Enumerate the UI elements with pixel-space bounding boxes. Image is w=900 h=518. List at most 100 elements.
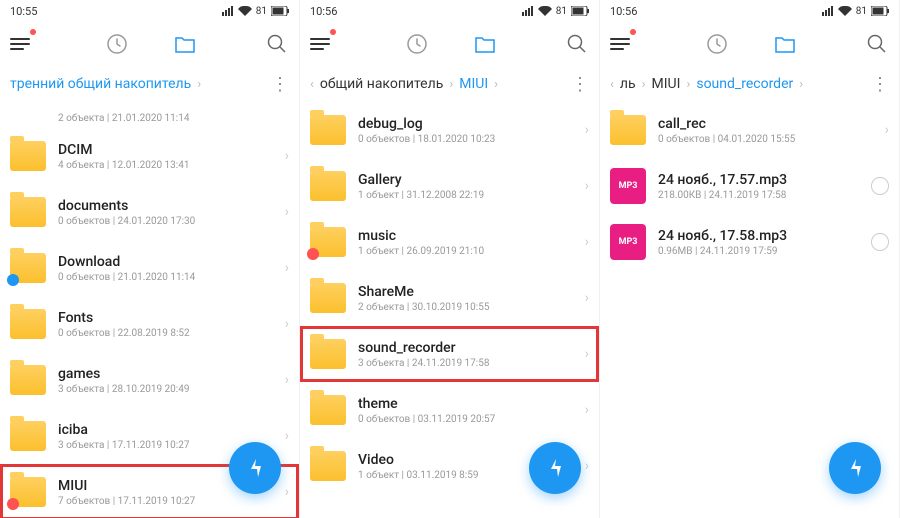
partial-row-meta: 2 объекта | 21.01.2020 11:14 bbox=[0, 102, 299, 128]
toolbar bbox=[300, 22, 599, 66]
chevron-right-icon: › bbox=[885, 122, 889, 138]
fab-button[interactable] bbox=[829, 442, 881, 494]
chevron-right-icon: › bbox=[686, 77, 690, 92]
chevron-left-icon: ‹ bbox=[610, 77, 614, 92]
statusbar-right: 81 bbox=[222, 6, 289, 17]
folder-meta: 0 объектов | 04.01.2020 15:55 bbox=[658, 134, 873, 145]
search-button[interactable] bbox=[265, 32, 289, 56]
crumb-parent[interactable]: ль bbox=[620, 76, 636, 92]
notification-dot bbox=[630, 29, 636, 35]
clean-icon bbox=[243, 456, 267, 480]
statusbar-right: 81 bbox=[822, 6, 889, 17]
folder-icon bbox=[310, 171, 346, 201]
folder-row[interactable]: debug_log0 объектов | 18.01.2020 10:23 › bbox=[300, 102, 599, 158]
breadcrumb[interactable]: ‹ общий накопитель › MIUI › ⋮ bbox=[300, 66, 599, 102]
menu-button[interactable] bbox=[310, 31, 336, 57]
tab-folder-icon[interactable] bbox=[773, 32, 797, 56]
folder-row[interactable]: Fonts 0 объектов | 22.08.2019 8:52 › bbox=[0, 296, 299, 352]
chevron-right-icon: › bbox=[585, 290, 589, 306]
folder-icon bbox=[310, 227, 346, 257]
folder-icon bbox=[10, 365, 46, 395]
folder-row[interactable]: call_rec 0 объектов | 04.01.2020 15:55 › bbox=[600, 102, 899, 158]
fab-button[interactable] bbox=[229, 442, 281, 494]
file-row[interactable]: MP3 24 нояб., 17.58.mp30.96МВ | 24.11.20… bbox=[600, 214, 899, 270]
tab-folder-icon[interactable] bbox=[173, 32, 197, 56]
toolbar-tabs bbox=[705, 32, 797, 56]
folder-name: Gallery bbox=[358, 172, 573, 188]
breadcrumb-path: тренний общий накопитель › bbox=[10, 76, 259, 92]
folder-name: theme bbox=[358, 396, 573, 412]
toolbar-tabs bbox=[405, 32, 497, 56]
file-meta: 218.00КВ | 24.11.2019 17:58 bbox=[658, 190, 859, 201]
crumb-current[interactable]: sound_recorder bbox=[696, 76, 793, 92]
crumb-parent[interactable]: MIUI bbox=[652, 76, 681, 92]
folder-icon bbox=[310, 395, 346, 425]
mp3-icon: MP3 bbox=[610, 168, 646, 204]
folder-row[interactable]: Download 0 объектов | 21.01.2020 11:14 › bbox=[0, 240, 299, 296]
folder-row-highlighted[interactable]: sound_recorder 3 объекта | 24.11.2019 17:… bbox=[300, 326, 599, 382]
folder-name: sound_recorder bbox=[358, 340, 573, 356]
crumb-current[interactable]: MIUI bbox=[459, 76, 488, 92]
menu-button[interactable] bbox=[610, 31, 636, 57]
chevron-right-icon: › bbox=[285, 316, 289, 332]
breadcrumb[interactable]: тренний общий накопитель › ⋮ bbox=[0, 66, 299, 102]
toolbar bbox=[0, 22, 299, 66]
file-name: 24 нояб., 17.57.mp3 bbox=[658, 172, 859, 188]
battery-icon bbox=[871, 6, 889, 16]
tab-folder-icon[interactable] bbox=[473, 32, 497, 56]
tab-recent-icon[interactable] bbox=[405, 32, 429, 56]
folder-name: call_rec bbox=[658, 116, 873, 132]
folder-row[interactable]: ShareMe 2 объекта | 30.10.2019 10:55 › bbox=[300, 270, 599, 326]
folder-row[interactable]: DCIM4 объекта | 12.01.2020 13:41 › bbox=[0, 128, 299, 184]
folder-name: iciba bbox=[58, 422, 273, 438]
folder-name: Fonts bbox=[58, 310, 273, 326]
breadcrumb[interactable]: ‹ ль › MIUI › sound_recorder › ⋮ bbox=[600, 66, 899, 102]
statusbar: 10:56 81 bbox=[300, 0, 599, 22]
chevron-right-icon: › bbox=[585, 402, 589, 418]
crumb-current[interactable]: тренний общий накопитель bbox=[10, 76, 191, 92]
select-radio[interactable] bbox=[871, 177, 889, 195]
chevron-right-icon: › bbox=[449, 77, 453, 92]
folder-row[interactable]: games3 объекта | 28.10.2019 20:49 › bbox=[0, 352, 299, 408]
more-icon[interactable]: ⋮ bbox=[871, 74, 889, 95]
folder-meta: 1 объект | 26.09.2019 21:10 bbox=[358, 246, 573, 257]
search-button[interactable] bbox=[865, 32, 889, 56]
folder-meta: 0 объектов | 21.01.2020 11:14 bbox=[58, 272, 273, 283]
folder-row[interactable]: Gallery1 объект | 31.12.2008 22:19 › bbox=[300, 158, 599, 214]
search-button[interactable] bbox=[565, 32, 589, 56]
folder-row[interactable]: documents0 объектов | 24.01.2020 17:30 › bbox=[0, 184, 299, 240]
more-icon[interactable]: ⋮ bbox=[571, 74, 589, 95]
menu-button[interactable] bbox=[10, 31, 36, 57]
clean-icon bbox=[543, 456, 567, 480]
chevron-right-icon: › bbox=[585, 458, 589, 474]
clock: 10:56 bbox=[610, 5, 637, 18]
clock: 10:55 bbox=[10, 5, 37, 18]
folder-name: ShareMe bbox=[358, 284, 573, 300]
fab-button[interactable] bbox=[529, 442, 581, 494]
folder-meta: 0 объектов | 22.08.2019 8:52 bbox=[58, 328, 273, 339]
breadcrumb-path: ‹ ль › MIUI › sound_recorder › bbox=[610, 76, 859, 92]
chevron-right-icon: › bbox=[285, 260, 289, 276]
select-radio[interactable] bbox=[871, 233, 889, 251]
file-row[interactable]: MP3 24 нояб., 17.57.mp3 218.00КВ | 24.11.… bbox=[600, 158, 899, 214]
folder-meta: 7 объектов | 17.11.2019 10:27 bbox=[58, 496, 273, 507]
folder-name: Download bbox=[58, 254, 273, 270]
chevron-right-icon: › bbox=[799, 77, 803, 92]
tab-recent-icon[interactable] bbox=[705, 32, 729, 56]
crumb-parent[interactable]: общий накопитель bbox=[320, 76, 443, 92]
folder-icon bbox=[310, 339, 346, 369]
signal-icon bbox=[222, 6, 234, 16]
folder-row[interactable]: theme0 объектов | 03.11.2019 20:57 › bbox=[300, 382, 599, 438]
folder-row[interactable]: music1 объект | 26.09.2019 21:10 › bbox=[300, 214, 599, 270]
folder-meta: 3 объекта | 24.11.2019 17:58 bbox=[358, 358, 573, 369]
folder-icon bbox=[610, 115, 646, 145]
chevron-right-icon: › bbox=[285, 148, 289, 164]
more-icon[interactable]: ⋮ bbox=[271, 74, 289, 95]
folder-badge bbox=[7, 498, 19, 510]
chevron-right-icon: › bbox=[585, 234, 589, 250]
folder-meta: 2 объекта | 30.10.2019 10:55 bbox=[358, 302, 573, 313]
file-name: 24 нояб., 17.58.mp3 bbox=[658, 228, 859, 244]
tab-recent-icon[interactable] bbox=[105, 32, 129, 56]
battery-text: 81 bbox=[256, 6, 267, 17]
mp3-icon: MP3 bbox=[610, 224, 646, 260]
